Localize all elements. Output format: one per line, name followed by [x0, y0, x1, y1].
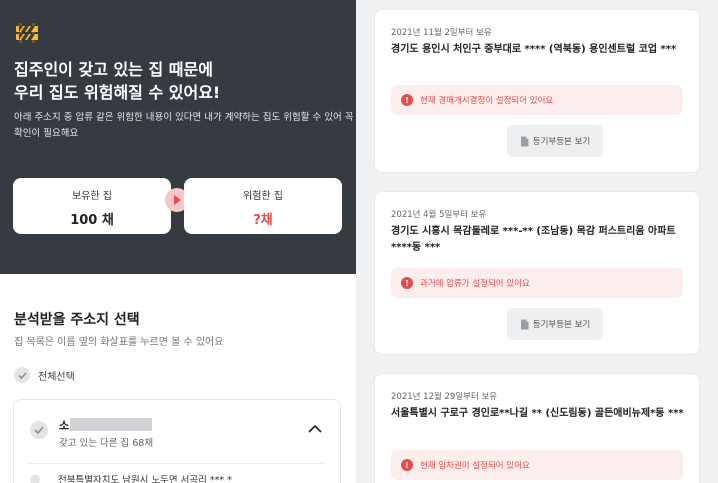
construction-barrier-icon: [16, 23, 38, 43]
section-title: 분석받을 주소지 선택: [14, 312, 140, 328]
owner-name: 소: [59, 419, 70, 432]
alert-icon: !: [401, 94, 413, 106]
owned-houses-card: 보유한 집 100 채: [13, 178, 171, 234]
play-arrow-icon: [174, 195, 181, 205]
property-address: 서울특별시 구로구 경인로**나길 ** (신도림동) 골든애비뉴제*동 ***: [391, 408, 684, 419]
next-address-item[interactable]: 전북특별자치도 남원시 노두면 서곡리 *** *: [30, 475, 330, 483]
view-registry-button[interactable]: 등기부등본 보기: [507, 308, 603, 340]
banner-headline: 집주인이 갖고 있는 집 때문에 우리 집도 위험해질 수 있어요!: [14, 58, 344, 104]
section-subtitle: 집 목록은 이름 옆의 화살표를 누르면 볼 수 있어요: [14, 337, 224, 348]
select-all-label: 전체선택: [38, 371, 75, 383]
left-panel: 집주인이 갖고 있는 집 때문에 우리 집도 위험해질 수 있어요! 아래 주소…: [0, 0, 356, 483]
risky-houses-card: 위험한 집 ?채: [184, 178, 342, 234]
property-address: 경기도 용인시 처인구 중부대로 **** (역북동) 용인센트럴 코업 ***: [391, 44, 677, 55]
document-icon: [520, 319, 529, 329]
check-icon: [14, 367, 30, 383]
redacted-name-block: [70, 418, 152, 431]
view-registry-label: 등기부등본 보기: [532, 320, 591, 330]
alert-icon: !: [401, 277, 413, 289]
ownership-date: 2021년 11월 2일부터 보유: [391, 28, 492, 38]
app-screen: 집주인이 갖고 있는 집 때문에 우리 집도 위험해질 수 있어요! 아래 주소…: [0, 0, 718, 483]
alert-text: 현재 임차권이 설정되어 있어요: [420, 461, 530, 471]
right-panel: 2021년 11월 2일부터 보유 경기도 용인시 처인구 중부대로 **** …: [356, 0, 718, 483]
headline-line-1: 집주인이 갖고 있는 집 때문에: [14, 60, 213, 79]
property-card: 2021년 4월 5일부터 보유 경기도 시흥시 목감둘레로 ***-** (조…: [374, 191, 700, 355]
risky-houses-label: 위험한 집: [243, 191, 283, 202]
check-icon: [30, 475, 40, 483]
owned-houses-label: 보유한 집: [72, 191, 112, 202]
address-group-card: 소 갖고 있는 다른 집 68채 전북특별자치도 남원시 노두면 서곡리 ***…: [13, 399, 341, 483]
risk-alert: ! 현재 경매개시결정이 설정되어 있어요: [391, 85, 683, 115]
other-houses-count: 갖고 있는 다른 집 68채: [59, 438, 154, 449]
property-card: 2021년 12월 29일부터 보유 서울특별시 구로구 경인로**나길 ** …: [374, 373, 700, 483]
select-all-toggle[interactable]: 전체선택: [14, 367, 75, 383]
property-address: 경기도 시흥시 목감둘레로 ***-** (조남동) 목감 퍼스트리움 아파트 …: [391, 226, 676, 253]
chevron-up-icon[interactable]: [308, 424, 322, 434]
ownership-date: 2021년 4월 5일부터 보유: [391, 210, 487, 220]
warning-banner: 집주인이 갖고 있는 집 때문에 우리 집도 위험해질 수 있어요! 아래 주소…: [0, 0, 356, 274]
risky-houses-value: ?채: [253, 213, 273, 228]
view-registry-button[interactable]: 등기부등본 보기: [507, 125, 603, 157]
document-icon: [520, 136, 529, 146]
alert-text: 과거에 압류가 설정되어 있어요: [420, 279, 530, 289]
risk-alert: ! 현재 임차권이 설정되어 있어요: [391, 450, 683, 480]
next-address-text: 전북특별자치도 남원시 노두면 서곡리 *** *: [58, 475, 232, 483]
alert-icon: !: [401, 459, 413, 471]
alert-text: 현재 경매개시결정이 설정되어 있어요: [420, 96, 554, 106]
address-check-toggle[interactable]: [30, 421, 48, 439]
check-icon: [34, 426, 44, 434]
property-card: 2021년 11월 2일부터 보유 경기도 용인시 처인구 중부대로 **** …: [374, 9, 700, 173]
ownership-date: 2021년 12월 29일부터 보유: [391, 392, 498, 402]
headline-line-2: 우리 집도 위험해질 수 있어요!: [14, 83, 221, 102]
banner-description: 아래 주소지 중 압류 같은 위험한 내용이 있다면 내가 계약하는 집도 위험…: [14, 112, 354, 139]
divider: [28, 463, 326, 464]
owned-houses-value: 100 채: [70, 213, 114, 228]
risk-alert: ! 과거에 압류가 설정되어 있어요: [391, 268, 683, 298]
view-registry-label: 등기부등본 보기: [532, 137, 591, 147]
